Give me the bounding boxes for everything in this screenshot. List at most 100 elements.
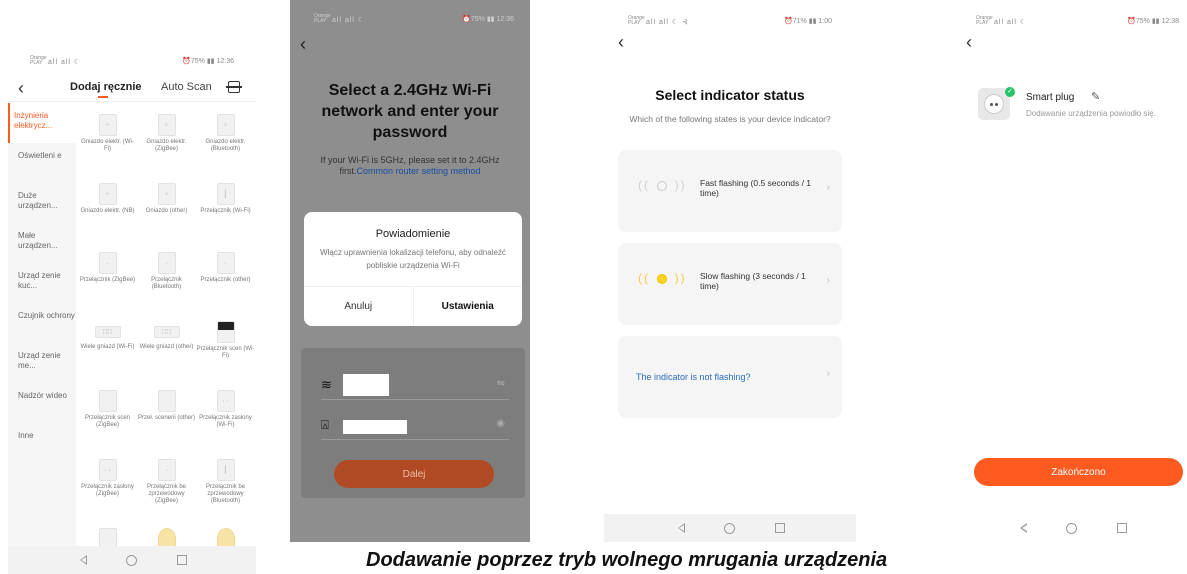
device-tile[interactable]: · Przełącznik (other) xyxy=(196,248,255,311)
edit-pencil-icon[interactable]: ✎ xyxy=(1091,90,1100,103)
device-label: Gniazdo elektr. (Wi-Fi) xyxy=(81,139,134,152)
device-tile[interactable]: · Przełącznik (ZigBee) xyxy=(78,248,137,311)
device-tile[interactable]: ∷∷ Wiele gniazd (other) xyxy=(137,317,196,380)
device-tile[interactable]: · · Przełącznik zasłony (Wi-Fi) xyxy=(196,386,255,449)
wireless-switch-icon: · xyxy=(157,459,176,481)
router-setting-link[interactable]: Common router setting method xyxy=(356,166,480,176)
nav-back-icon[interactable] xyxy=(676,523,685,533)
led-slow-icon: (( )) xyxy=(638,271,687,285)
status-right: ⏰75% ▮▮ 12:36 xyxy=(182,58,234,65)
option-not-flashing[interactable]: The indicator is not flashing? › xyxy=(618,336,842,418)
device-tile[interactable]: │ Przełącznik be zprzewodowy (Bluetooth) xyxy=(196,455,255,518)
page-title: Select a 2.4GHz Wi-Fi network and enter … xyxy=(321,82,499,141)
nav-home-icon[interactable] xyxy=(1066,522,1077,534)
nav-home-icon[interactable] xyxy=(723,522,735,534)
system-nav-bar xyxy=(8,546,256,574)
wifi-ssid-input[interactable] xyxy=(343,374,389,396)
done-button[interactable]: Zakończono xyxy=(974,458,1183,486)
device-tile[interactable]: ⁘ Gniazdo elektr. (ZigBee) xyxy=(137,110,196,173)
option-label: Fast flashing (0.5 seconds / 1 time) xyxy=(700,178,812,198)
device-tile[interactable]: · Przełącznik (Bluetooth) xyxy=(137,248,196,311)
nav-recent-icon[interactable] xyxy=(176,555,187,565)
device-label: Gniazdo elektr. (ZigBee) xyxy=(146,139,187,152)
operator-label: Orange PLAY xyxy=(628,15,645,26)
settings-button[interactable]: Ustawienia xyxy=(412,287,523,326)
back-chevron-icon[interactable]: ‹ xyxy=(966,32,972,53)
device-tile[interactable]: ⁘ Gniazdo elektr. (Bluetooth) xyxy=(196,110,255,173)
device-tile[interactable]: ⁘ Gniazdo elektr. (NB) xyxy=(78,179,137,242)
sidebar-item-video[interactable]: Nadzór wideo xyxy=(8,383,76,423)
device-label: Przełącznik scen (Wi-Fi) xyxy=(196,346,255,359)
operator-label: Orange PLAY xyxy=(976,15,993,26)
socket-icon: ⁘ xyxy=(98,183,117,205)
cancel-button[interactable]: Anuluj xyxy=(304,287,413,326)
socket-icon: ⁘ xyxy=(216,114,235,136)
tab-auto-scan[interactable]: Auto Scan xyxy=(161,81,212,93)
next-button[interactable]: Dalej xyxy=(334,460,494,488)
tab-add-manually[interactable]: Dodaj ręcznie xyxy=(70,81,142,93)
option-slow-flashing[interactable]: (( )) Slow flashing (3 seconds / 1 time)… xyxy=(618,243,842,325)
switch-icon: │ xyxy=(216,183,235,205)
device-label: Gniazdo elektr. (Bluetooth) xyxy=(205,139,246,152)
device-tile[interactable]: · · Przełącznik zasłony (ZigBee) xyxy=(78,455,137,518)
wifi-password-input[interactable] xyxy=(343,420,407,434)
nav-recent-icon[interactable] xyxy=(774,523,785,533)
sidebar-item-electrical[interactable]: Inżynieria elektrycz... xyxy=(8,103,76,143)
chevron-right-icon: › xyxy=(826,275,830,286)
device-label: Gniazdo elektr. (NB) xyxy=(80,208,135,214)
sidebar-item-kitchen[interactable]: Urząd zenie kuc... xyxy=(8,263,76,303)
switch-icon: · xyxy=(216,252,235,274)
back-chevron-icon[interactable]: ‹ xyxy=(300,34,306,55)
device-label: Przełącznik (Bluetooth) xyxy=(151,277,182,290)
switch-icon: · xyxy=(157,252,176,274)
sidebar-item-lighting[interactable]: Oświetleni e xyxy=(8,143,76,183)
device-tile[interactable]: Przełącznik scen (Wi-Fi) xyxy=(196,317,255,380)
nav-recent-icon[interactable] xyxy=(1117,523,1127,533)
device-label: Przeł. scenerii (other) xyxy=(137,415,196,421)
sidebar-item-security-sensor[interactable]: Czujnik ochrony xyxy=(8,303,76,343)
scene-switch-icon xyxy=(157,390,176,412)
caption: Dodawanie poprzez tryb wolnego mrugania … xyxy=(366,549,888,571)
device-tile[interactable]: Przełącznik scen (ZigBee) xyxy=(78,386,137,449)
system-nav-bar xyxy=(604,514,856,542)
scan-qr-icon[interactable] xyxy=(226,81,242,93)
screen-wifi-setup: Orange PLAY all all ☾ ⏰75% ▮▮ 12:36 ‹ Sel… xyxy=(290,0,530,542)
status-bar: Orange PLAY all all ☾ ⏰75% ▮▮ 12:36 xyxy=(290,10,530,28)
status-right: ⏰75% ▮▮ 12:36 xyxy=(462,16,514,23)
device-label: Przełącznik scen (ZigBee) xyxy=(84,415,131,428)
device-label: Wiele gniazd (other) xyxy=(139,344,194,350)
device-label: Przełącznik (ZigBee) xyxy=(79,277,136,283)
back-chevron-icon[interactable]: ‹ xyxy=(618,32,624,53)
device-tile[interactable]: ⁘ Gniazdo (other) xyxy=(137,179,196,242)
option-fast-flashing[interactable]: (( )) Fast flashing (0.5 seconds / 1 tim… xyxy=(618,150,842,232)
eye-icon[interactable]: ◉ xyxy=(496,418,505,429)
device-label: Przełącznik (other) xyxy=(200,277,251,283)
lock-icon: ⍓ xyxy=(321,417,329,432)
device-tile[interactable]: │ Przełącznik (Wi-Fi) xyxy=(196,179,255,242)
socket-icon: ⁘ xyxy=(98,114,117,136)
device-tile[interactable]: · Przełącznik be zprzewodowy (ZigBee) xyxy=(137,455,196,518)
sidebar-item-large-appliances[interactable]: Duże urządzen... xyxy=(8,183,76,223)
header: ‹ Dodaj ręcznie Auto Scan xyxy=(8,76,256,102)
sidebar-item-small-appliances[interactable]: Małe urządzen... xyxy=(8,223,76,263)
device-tile[interactable]: ∷∷ Wiele gniazd (Wi-Fi) xyxy=(78,317,137,380)
dialog-buttons: Anuluj Ustawienia xyxy=(304,286,522,326)
sidebar-item-medical[interactable]: Urząd zenie me... xyxy=(8,343,76,383)
option-label: The indicator is not flashing? xyxy=(636,372,751,382)
signal-icons: all all ☾ xyxy=(994,19,1028,26)
screen-device-added: Orange PLAY all all ☾ ⏰75% ▮▮ 12:38 ‹ ✓ S… xyxy=(958,0,1187,542)
switch-network-icon[interactable]: ⇋ xyxy=(497,378,505,389)
device-status: Dodawanie urządzenia powiodło się. xyxy=(1026,109,1156,118)
curtain-switch-icon: · · xyxy=(216,390,235,412)
nav-home-icon[interactable] xyxy=(125,554,137,566)
back-chevron-icon[interactable]: ‹ xyxy=(18,78,24,99)
device-name: Smart plug xyxy=(1026,92,1075,103)
page-subtitle: Which of the following states is your de… xyxy=(629,114,831,124)
nav-back-icon[interactable] xyxy=(78,555,87,565)
sidebar-item-other[interactable]: Inne xyxy=(8,423,76,463)
device-tile[interactable]: ⁘ Gniazdo elektr. (Wi-Fi) xyxy=(78,110,137,173)
dialog-body: Włącz uprawnienia lokalizacji telefonu, … xyxy=(320,248,506,270)
socket-icon: ⁘ xyxy=(157,183,176,205)
nav-back-icon[interactable] xyxy=(1018,523,1027,533)
device-tile[interactable]: Przeł. scenerii (other) xyxy=(137,386,196,449)
